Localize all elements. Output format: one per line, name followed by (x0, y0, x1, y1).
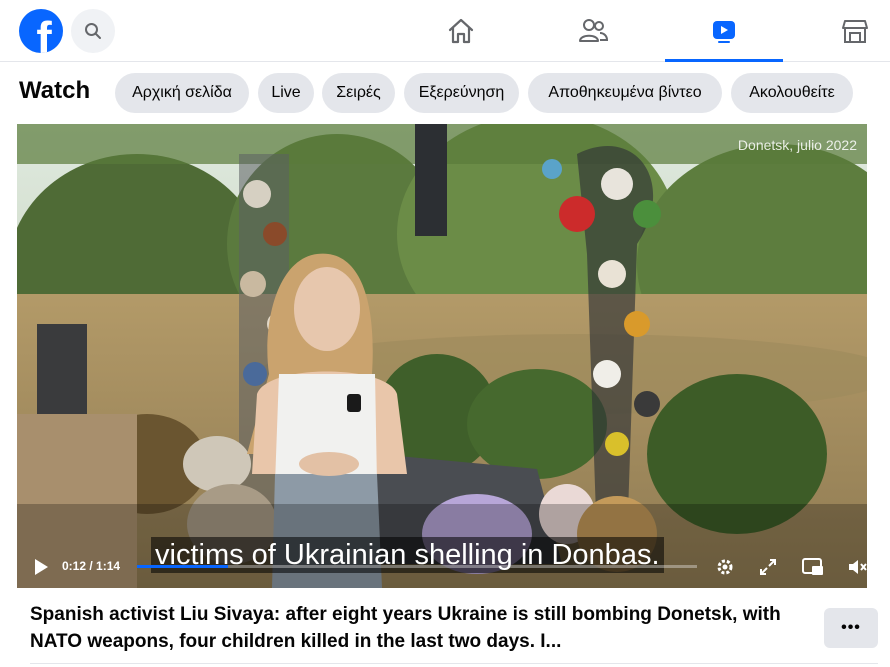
tab-explore[interactable]: Εξερεύνηση (404, 73, 519, 113)
tab-home[interactable]: Αρχική σελίδα (115, 73, 249, 113)
volume-button[interactable] (847, 556, 867, 578)
nav-tab-watch[interactable] (665, 0, 783, 62)
gear-icon (717, 559, 733, 575)
search-button[interactable] (71, 9, 115, 53)
friends-icon (579, 19, 608, 42)
video-player[interactable]: Donetsk, julio 2022 victims of Ukrainian… (17, 124, 867, 588)
video-progress-fill (137, 565, 228, 568)
divider (30, 663, 878, 664)
top-navigation-bar: f (0, 0, 890, 62)
watch-header: Watch Αρχική σελίδα Live Σειρές Εξερεύνη… (0, 63, 890, 123)
search-icon (85, 23, 101, 39)
expand-icon (760, 559, 776, 575)
picture-in-picture-button[interactable] (802, 556, 824, 578)
more-icon: ••• (841, 619, 861, 636)
play-icon (35, 559, 48, 575)
tab-following[interactable]: Ακολουθείτε (731, 73, 853, 113)
nav-tab-friends[interactable] (534, 0, 652, 62)
facebook-logo[interactable]: f (19, 9, 63, 53)
video-progress-bar[interactable] (137, 565, 697, 568)
marketplace-icon (842, 20, 868, 43)
picture-in-picture-icon (802, 558, 823, 575)
tab-live[interactable]: Live (258, 73, 314, 113)
video-location-watermark: Donetsk, julio 2022 (737, 137, 857, 153)
volume-muted-icon (849, 560, 867, 574)
fullscreen-button[interactable] (757, 556, 779, 578)
play-button[interactable] (30, 556, 52, 578)
video-frame (17, 124, 867, 588)
home-icon (448, 18, 474, 44)
nav-tab-home[interactable] (402, 0, 520, 62)
tab-saved-videos[interactable]: Αποθηκευμένα βίντεο (528, 73, 722, 113)
tab-series[interactable]: Σειρές (322, 73, 395, 113)
video-time: 0:12 / 1:14 (62, 559, 121, 573)
page-title: Watch (19, 77, 91, 104)
more-options-button[interactable]: ••• (824, 608, 878, 648)
facebook-logo-letter: f (36, 12, 52, 53)
watch-icon (713, 21, 735, 43)
nav-tab-marketplace[interactable] (796, 0, 890, 62)
video-title[interactable]: Spanish activist Liu Sivaya: after eight… (30, 601, 800, 655)
settings-button[interactable] (714, 556, 736, 578)
video-controls: 0:12 / 1:14 (17, 544, 867, 588)
